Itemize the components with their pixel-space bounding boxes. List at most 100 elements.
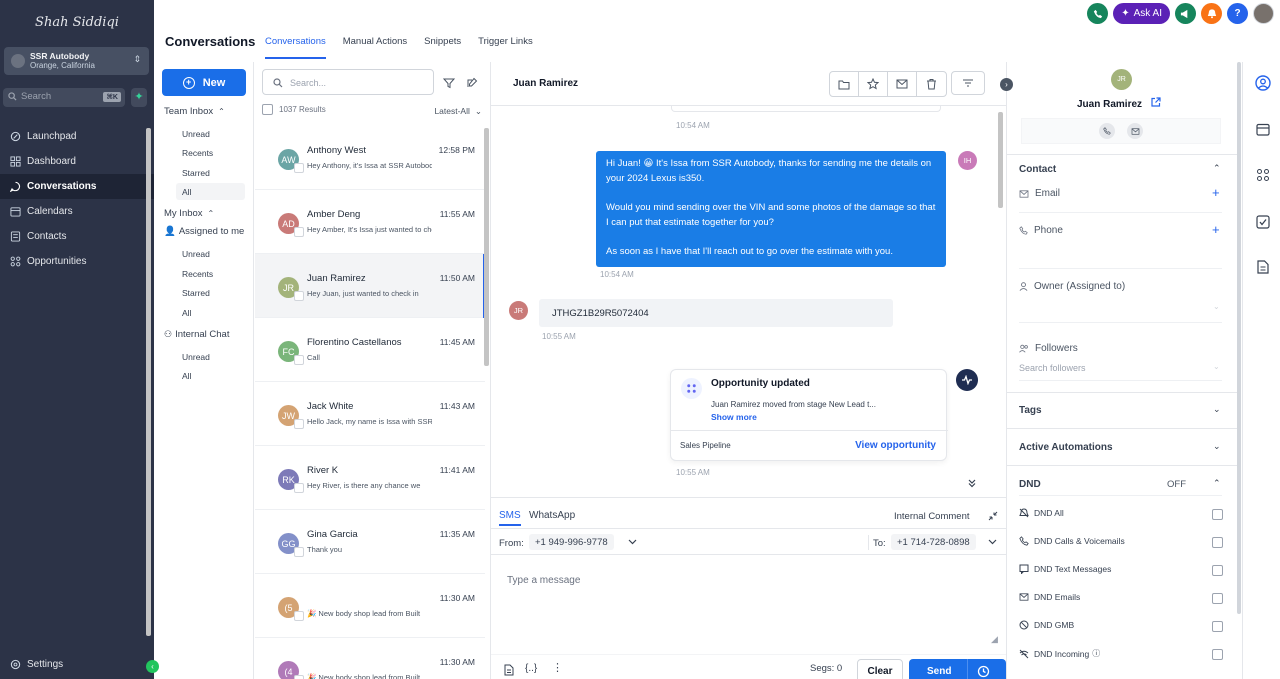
dnd-emails-checkbox[interactable] <box>1212 593 1223 604</box>
sidebar-item-dashboard[interactable]: Dashboard <box>0 149 154 174</box>
info-icon[interactable]: ⓘ <box>1092 648 1100 659</box>
to-number-select[interactable]: +1 714-728-0898 <box>891 534 976 550</box>
compose-icon[interactable] <box>466 77 478 89</box>
ask-ai-button[interactable]: ✦ Ask AI <box>1113 3 1170 24</box>
from-number-select[interactable]: +1 949-996-9778 <box>529 534 614 550</box>
dnd-incoming-checkbox[interactable] <box>1212 649 1223 660</box>
move-to-folder-button[interactable] <box>830 72 859 96</box>
thread-scrollbar[interactable] <box>998 112 1003 208</box>
sidebar-item-opportunities[interactable]: Opportunities <box>0 249 154 274</box>
dnd-section-header[interactable]: DND <box>1019 479 1041 490</box>
assigned-starred[interactable]: Starred <box>182 288 210 298</box>
contact-profile-button[interactable] <box>1254 74 1272 92</box>
conversation-row[interactable]: AW Anthony West 12:58 PM Hey Anthony, it's … <box>255 126 485 190</box>
team-inbox-unread[interactable]: Unread <box>182 129 210 139</box>
chevron-down-icon[interactable] <box>988 539 997 545</box>
tab-conversations[interactable]: Conversations <box>265 36 326 59</box>
resize-handle-icon[interactable]: ◢ <box>991 634 998 645</box>
tab-whatsapp[interactable]: WhatsApp <box>529 510 575 521</box>
conversation-row[interactable]: (5 11:30 AM 🎉 New body shop lead from Buil… <box>255 574 485 638</box>
sidebar-item-calendars[interactable]: Calendars <box>0 199 154 224</box>
announcements-button[interactable] <box>1175 3 1196 24</box>
team-inbox-group[interactable]: Team Inbox ⌃ <box>164 106 225 117</box>
automations-section-header[interactable]: Active Automations <box>1019 442 1113 453</box>
delete-button[interactable] <box>917 72 946 96</box>
phone-button[interactable] <box>1087 3 1109 24</box>
assigned-to-me-group[interactable]: 👤 Assigned to me <box>164 226 244 237</box>
chevron-down-icon[interactable]: ⌄ <box>1213 302 1220 311</box>
notes-rail-button[interactable] <box>1254 258 1272 276</box>
clear-button[interactable]: Clear <box>857 659 903 679</box>
followers-search-input[interactable]: Search followers <box>1019 363 1086 373</box>
team-inbox-starred[interactable]: Starred <box>182 168 210 178</box>
conversation-row[interactable]: JR Juan Ramirez 11:50 AM Hey Juan, just wan… <box>255 254 485 318</box>
calendar-rail-button[interactable] <box>1254 120 1272 138</box>
conversation-row[interactable]: AD Amber Deng 11:55 AM Hey Amber, It's Issa… <box>255 190 485 254</box>
account-switcher[interactable]: SSR Autobody Orange, California ⇕ <box>4 47 149 75</box>
schedule-icon[interactable] <box>977 665 990 678</box>
list-search-input[interactable]: Search... <box>262 69 434 95</box>
conversation-row[interactable]: RK River K 11:41 AM Hey River, is there any… <box>255 446 485 510</box>
opportunities-rail-button[interactable] <box>1254 166 1272 184</box>
conversation-row[interactable]: (4 11:30 AM 🎉 New body shop lead from Buil… <box>255 638 485 679</box>
team-inbox-recents[interactable]: Recents <box>182 148 213 158</box>
contact-section-header[interactable]: Contact <box>1019 164 1056 175</box>
conversation-row[interactable]: FC Florentino Castellanos 11:45 AM Call <box>255 318 485 382</box>
team-inbox-all[interactable]: All <box>176 183 245 200</box>
email-field[interactable]: Email <box>1019 188 1060 199</box>
star-button[interactable] <box>859 72 888 96</box>
filter-icon[interactable] <box>443 77 455 89</box>
sidebar-item-conversations[interactable]: Conversations <box>0 174 154 199</box>
dnd-gmb-checkbox[interactable] <box>1212 621 1223 632</box>
contact-name[interactable]: Juan Ramirez <box>1077 99 1142 110</box>
tab-snippets[interactable]: Snippets <box>424 36 461 59</box>
my-inbox-group[interactable]: My Inbox ⌃ <box>164 208 214 219</box>
add-phone-button[interactable]: + <box>1212 222 1220 237</box>
assigned-unread[interactable]: Unread <box>182 249 210 259</box>
call-contact-button[interactable] <box>1099 123 1115 139</box>
sparkle-icon[interactable]: ✦ <box>131 88 147 107</box>
owner-field[interactable]: Owner (Assigned to) <box>1019 281 1125 292</box>
collapse-icon[interactable] <box>988 511 998 521</box>
internal-unread[interactable]: Unread <box>182 352 210 362</box>
more-options-icon[interactable]: ⋮ <box>552 661 563 674</box>
scroll-to-bottom-icon[interactable] <box>967 478 977 488</box>
outbound-message-bubble[interactable]: Hi Juan! 😀 It's Issa from SSR Autobody, … <box>596 151 946 267</box>
sidebar-search[interactable]: Search ⌘K <box>3 88 125 107</box>
add-email-button[interactable]: + <box>1212 185 1220 200</box>
view-opportunity-link[interactable]: View opportunity <box>855 440 936 451</box>
mark-unread-button[interactable] <box>888 72 917 96</box>
chevron-down-icon[interactable]: ⌄ <box>1213 404 1221 415</box>
tab-sms[interactable]: SMS <box>499 510 521 526</box>
list-scrollbar[interactable] <box>484 128 489 366</box>
tab-manual-actions[interactable]: Manual Actions <box>343 36 407 59</box>
expand-panel-button[interactable]: › <box>1000 78 1013 91</box>
chevron-up-icon[interactable]: ⌃ <box>1213 163 1221 174</box>
select-all-checkbox[interactable] <box>262 104 273 115</box>
assigned-recents[interactable]: Recents <box>182 269 213 279</box>
chevron-up-icon[interactable]: ⌃ <box>1213 478 1221 489</box>
conversation-row[interactable]: JW Jack White 11:43 AM Hello Jack, my name … <box>255 382 485 446</box>
brand-logo[interactable]: Shah Siddiqi <box>0 0 154 44</box>
show-more-link[interactable]: Show more <box>711 412 757 422</box>
email-contact-button[interactable] <box>1127 123 1143 139</box>
message-input[interactable]: Type a message <box>507 575 580 586</box>
tags-section-header[interactable]: Tags <box>1019 405 1042 416</box>
internal-comment-tab[interactable]: Internal Comment <box>894 511 970 522</box>
sidebar-item-settings[interactable]: Settings <box>10 659 63 670</box>
sort-dropdown[interactable]: Latest-All ⌄ <box>434 106 482 117</box>
collapse-sidebar-button[interactable]: ‹ <box>146 660 159 673</box>
tasks-rail-button[interactable] <box>1254 213 1272 231</box>
sidebar-item-contacts[interactable]: Contacts <box>0 224 154 249</box>
conversation-filter-button[interactable] <box>951 71 985 95</box>
notifications-button[interactable] <box>1201 3 1222 24</box>
tab-trigger-links[interactable]: Trigger Links <box>478 36 533 59</box>
external-link-icon[interactable] <box>1151 97 1161 107</box>
user-avatar[interactable] <box>1253 3 1274 24</box>
chevron-down-icon[interactable]: ⌄ <box>1213 362 1220 371</box>
conversation-row[interactable]: GG Gina Garcia 11:35 AM Thank you <box>255 510 485 574</box>
internal-all[interactable]: All <box>182 371 191 381</box>
inbox-scrollbar[interactable] <box>146 128 151 636</box>
document-icon[interactable] <box>504 664 514 676</box>
internal-chat-group[interactable]: ⚇ Internal Chat <box>164 329 229 340</box>
